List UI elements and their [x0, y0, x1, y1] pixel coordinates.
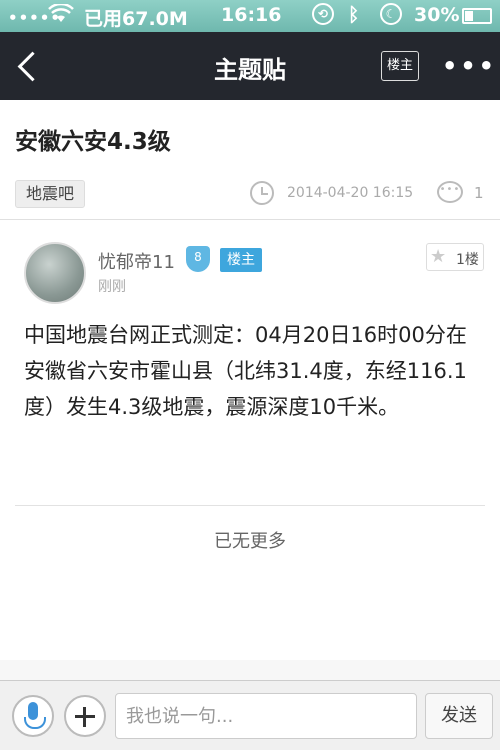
no-more-text: 已无更多 [214, 531, 286, 552]
post-card: 忧郁帝11 8 楼主 刚刚 ★ 1楼 中国地震台网正式测定：04月20日16时0… [0, 220, 500, 660]
mute-icon: ☾ [380, 3, 402, 25]
divider [15, 505, 485, 506]
avatar[interactable] [24, 242, 86, 304]
clock-icon [250, 181, 274, 205]
thread-date: 2014-04-20 16:15 [287, 185, 414, 201]
thread-title: 安徽六安4.3级 [15, 129, 171, 155]
comment-count: 1 [474, 184, 484, 202]
battery-percent: 30% [414, 4, 460, 26]
microphone-icon[interactable] [12, 695, 54, 737]
wifi-icon [48, 2, 74, 29]
more-menu-button[interactable]: ••• [442, 52, 497, 80]
floor-number: 1楼 [456, 252, 479, 268]
plus-icon[interactable] [64, 695, 106, 737]
level-badge: 8 [186, 246, 210, 272]
reply-input[interactable] [115, 693, 417, 739]
floor-button[interactable]: ★ 1楼 [426, 243, 484, 271]
data-usage: 已用67.0M [84, 8, 188, 30]
rotation-lock-icon: ⟲ [312, 3, 334, 25]
nav-bar: 主题贴 楼主 ••• [0, 32, 500, 100]
reply-bar: 发送 [0, 680, 500, 750]
bluetooth-icon: ᛒ [348, 4, 360, 26]
status-bar: ••••• 已用67.0M 16:16 ⟲ ᛒ ☾ 30% [0, 0, 500, 32]
username[interactable]: 忧郁帝11 [98, 248, 175, 274]
page-title: 主题贴 [214, 56, 286, 84]
star-icon: ★ [430, 246, 447, 267]
comment-bubble-icon[interactable]: ••• [437, 181, 463, 203]
send-button[interactable]: 发送 [425, 693, 493, 739]
status-time: 16:16 [221, 4, 282, 26]
post-time: 刚刚 [98, 279, 126, 295]
battery-icon [462, 8, 492, 24]
thread-header: 安徽六安4.3级 地震吧 2014-04-20 16:15 ••• 1 [0, 100, 500, 220]
post-body: 中国地震台网正式测定：04月20日16时00分在安徽省六安市霍山县（北纬31.4… [24, 323, 467, 419]
owner-only-button[interactable]: 楼主 [381, 51, 419, 81]
owner-badge: 楼主 [220, 248, 262, 272]
forum-tag[interactable]: 地震吧 [15, 180, 86, 208]
